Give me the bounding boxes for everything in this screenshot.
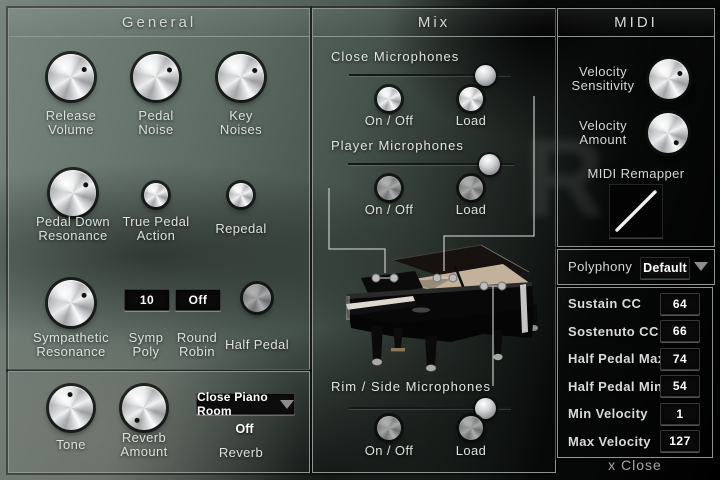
knob-indicator-dot [80,66,87,73]
true-pedal-action-knob[interactable] [144,183,168,207]
min-velocity-label: Min Velocity [568,406,648,421]
close-mics-load-knob[interactable] [459,87,483,111]
knob-indicator-dot [67,391,72,396]
key-noises-knob[interactable] [218,54,264,100]
symp-poly-value[interactable]: 10 [124,289,170,311]
midi-cc-panel: Sustain CC 64 Sostenuto CC 66 Half Pedal… [557,287,713,458]
velocity-amount-knob[interactable] [648,113,688,153]
repedal-label: Repedal [191,222,291,236]
half-pedal-max-value[interactable]: 74 [660,348,700,370]
velocity-amount-label: VelocityAmount [558,119,648,147]
cc-row: Sustain CC 64 [558,290,712,318]
min-velocity-value[interactable]: 1 [660,403,700,425]
sostenuto-cc-label: Sostenuto CC [568,324,659,339]
close-mics-label: Close Microphones [331,49,459,64]
knob-indicator-dot [82,181,89,188]
round-robin-value[interactable]: Off [175,289,221,311]
close-button[interactable]: x Close [557,457,713,473]
close-mics-onoff-label: On / Off [354,114,424,128]
player-mics-onoff-knob[interactable] [377,176,401,200]
rim-side-mics-onoff-knob[interactable] [377,416,401,440]
velocity-sensitivity-knob[interactable] [649,59,689,99]
polyphony-label: Polyphony [568,260,648,274]
slider-handle[interactable] [479,154,500,175]
close-mics-onoff-knob[interactable] [377,87,401,111]
half-pedal-min-value[interactable]: 54 [660,375,700,397]
slider-handle[interactable] [475,398,496,419]
piano-image [333,244,548,374]
half-pedal-knob[interactable] [243,284,271,312]
player-mics-label: Player Microphones [331,138,464,153]
knob-indicator-dot [166,66,173,73]
rim-side-mics-load-label: Load [436,444,506,458]
rim-side-mics-onoff-label: On / Off [354,444,424,458]
reverb-amount-label: ReverbAmount [104,431,184,459]
dropdown-arrow-icon [280,400,294,409]
tone-knob[interactable] [49,386,93,430]
reverb-preset-dropdown[interactable]: Close Piano Room [196,393,295,415]
pedal-noise-knob[interactable] [133,54,179,100]
knob-indicator-dot [672,139,679,146]
midi-remapper-display[interactable] [609,184,663,238]
tone-label: Tone [31,438,111,452]
velocity-sensitivity-label: VelocitySensitivity [558,65,648,93]
release-volume-knob[interactable] [48,54,94,100]
slider-handle[interactable] [475,65,496,86]
max-velocity-value[interactable]: 127 [660,430,700,452]
repedal-knob[interactable] [229,183,253,207]
general-panel-title: General [9,9,309,37]
plugin-window: R General ReleaseVolume PedalNoise KeyNo… [0,0,720,480]
player-mics-onoff-label: On / Off [354,203,424,217]
polyphony-value: Default [643,261,687,275]
polyphony-dropdown[interactable]: Default [640,257,690,279]
knob-indicator-dot [251,67,258,74]
knob-indicator-dot [133,416,140,423]
max-velocity-label: Max Velocity [568,434,651,449]
mix-panel-title: Mix [313,9,555,37]
rim-side-mics-load-knob[interactable] [459,416,483,440]
close-mics-load-label: Load [436,114,506,128]
player-mics-level-slider[interactable] [348,156,514,172]
cc-row: Half Pedal Min 54 [558,373,712,401]
knob-indicator-dot [80,291,87,298]
sustain-cc-label: Sustain CC [568,296,641,311]
rim-side-mics-label: Rim / Side Microphones [331,379,491,394]
sostenuto-cc-value[interactable]: 66 [660,320,700,342]
key-noises-label: KeyNoises [201,109,281,137]
pedal-noise-label: PedalNoise [116,109,196,137]
mix-panel: Mix Close Microphones On / Off Load Play… [312,8,556,473]
release-volume-label: ReleaseVolume [31,109,111,137]
half-pedal-label: Half Pedal [217,338,297,352]
remapper-curve [610,185,662,237]
knob-indicator-dot [676,70,683,77]
half-pedal-min-label: Half Pedal Min [568,379,662,394]
cc-row: Max Velocity 127 [558,428,712,456]
reverb-preset-value: Close Piano Room [197,390,273,418]
midi-panel-title: MIDI [558,9,714,37]
midi-remapper-label: MIDI Remapper [558,167,714,181]
general-panel: General ReleaseVolume PedalNoise KeyNois… [8,8,310,370]
tone-reverb-panel: Close Piano Room Off Tone ReverbAmount R… [8,371,310,473]
player-mics-load-label: Load [436,203,506,217]
reverb-label: Reverb [201,446,281,460]
sympathetic-resonance-label: SympatheticResonance [21,331,121,359]
sympathetic-resonance-knob[interactable] [48,280,94,326]
reverb-state[interactable]: Off [196,422,293,436]
polyphony-panel: Polyphony Default [557,249,715,285]
pedal-down-resonance-knob[interactable] [50,170,96,216]
rim-side-mics-level-slider[interactable] [349,400,511,416]
sustain-cc-value[interactable]: 64 [660,293,700,315]
cc-row: Half Pedal Max 74 [558,345,712,373]
midi-panel: MIDI VelocitySensitivity VelocityAmount … [557,8,715,247]
close-mics-level-slider[interactable] [349,67,511,83]
cc-row: Min Velocity 1 [558,400,712,428]
half-pedal-max-label: Half Pedal Max [568,351,665,366]
cc-row: Sostenuto CC 66 [558,318,712,346]
reverb-amount-knob[interactable] [122,386,166,430]
player-mics-load-knob[interactable] [459,176,483,200]
dropdown-arrow-icon[interactable] [694,262,708,271]
